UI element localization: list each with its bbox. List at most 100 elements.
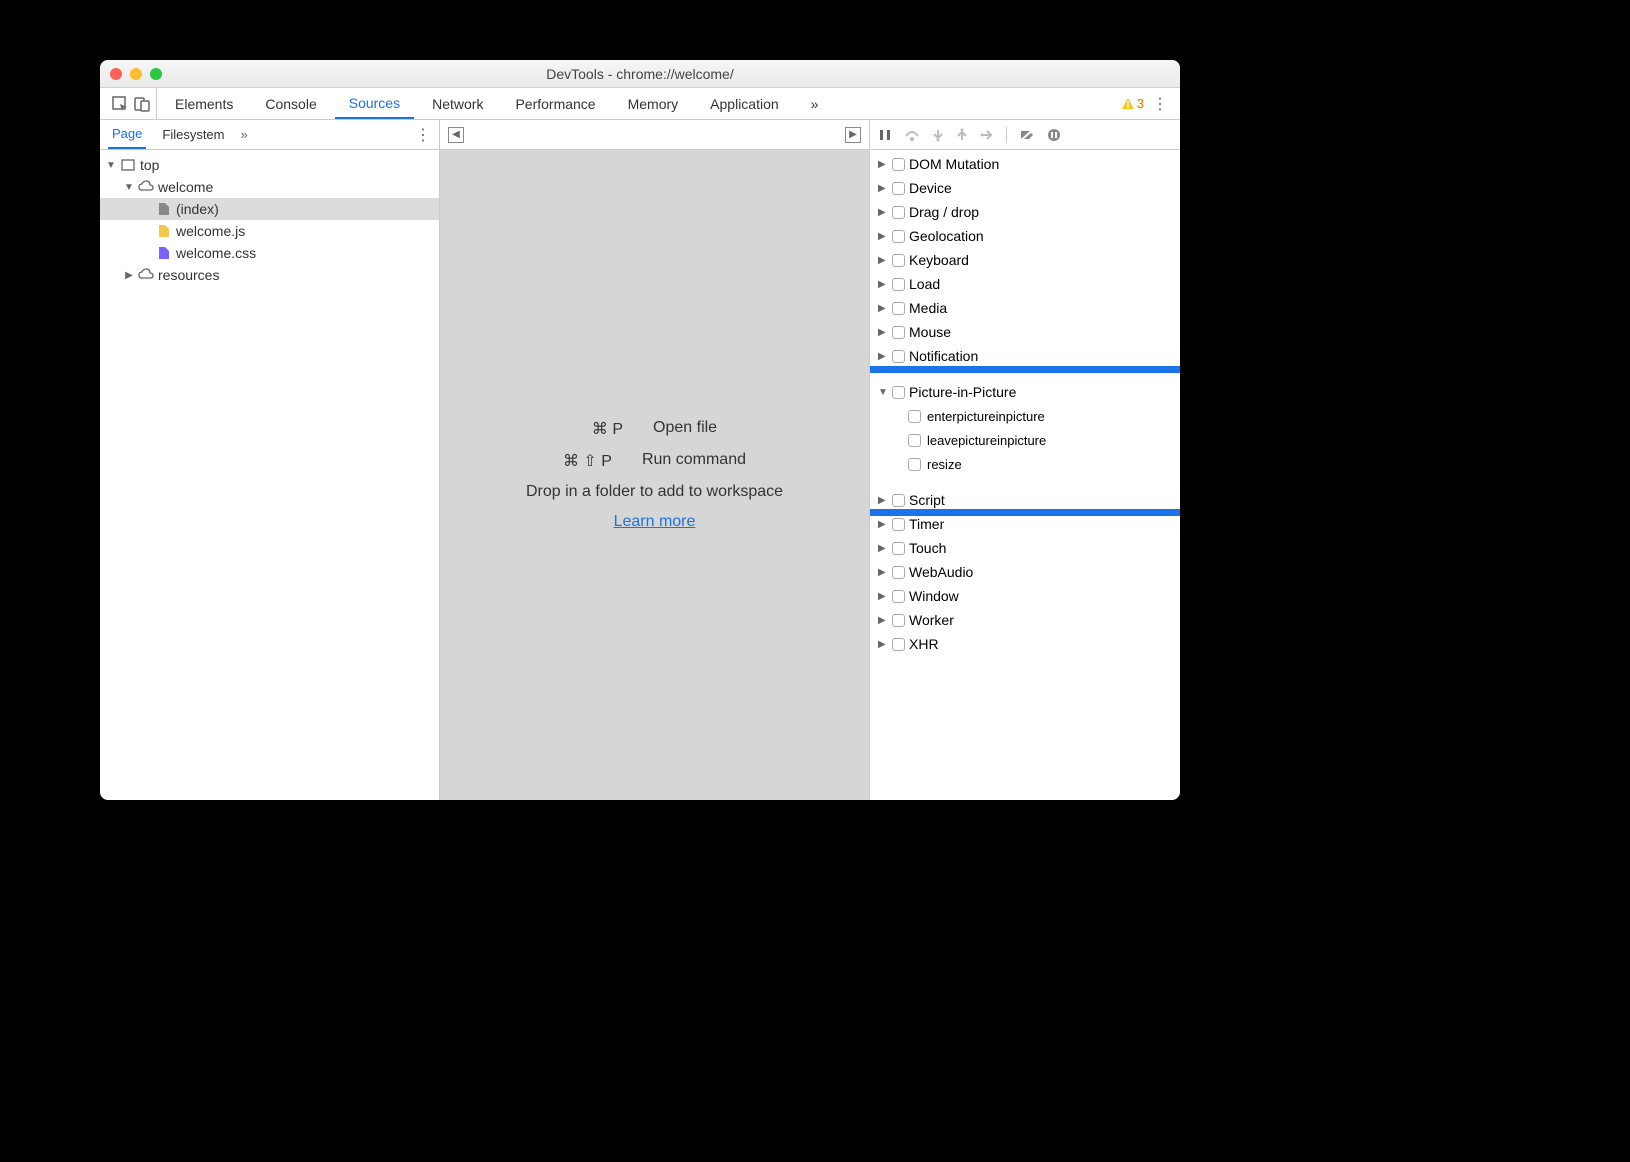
editor-empty: ⌘ POpen file ⌘ ⇧ PRun command Drop in a … (440, 150, 869, 800)
checkbox[interactable] (892, 638, 905, 651)
bp-dom-mutation[interactable]: ▶DOM Mutation (870, 152, 1180, 176)
checkbox[interactable] (892, 614, 905, 627)
checkbox[interactable] (892, 158, 905, 171)
tree-welcome[interactable]: ▼ welcome (100, 176, 439, 198)
zoom-window-icon[interactable] (150, 68, 162, 80)
pause-on-exceptions-icon[interactable] (1047, 128, 1061, 142)
device-toggle-icon[interactable] (134, 96, 150, 112)
tree-top[interactable]: ▼ top (100, 154, 439, 176)
warnings-badge[interactable]: 3 (1121, 96, 1144, 111)
close-window-icon[interactable] (110, 68, 122, 80)
checkbox[interactable] (908, 410, 921, 423)
checkbox[interactable] (908, 458, 921, 471)
sidebar-tab-filesystem[interactable]: Filesystem (158, 120, 228, 149)
bp-enterpictureinpicture[interactable]: enterpictureinpicture (870, 404, 1180, 428)
step-into-icon[interactable] (932, 128, 944, 142)
checkbox[interactable] (892, 386, 905, 399)
checkbox[interactable] (892, 206, 905, 219)
chevron-right-icon: ▶ (124, 270, 134, 281)
devtools-tabs: Elements Console Sources Network Perform… (100, 88, 1180, 120)
minimize-window-icon[interactable] (130, 68, 142, 80)
bp-load[interactable]: ▶Load (870, 272, 1180, 296)
inspect-tools (106, 88, 157, 119)
tab-network[interactable]: Network (418, 88, 497, 119)
main-body: Page Filesystem » ⋮ ▼ top ▼ welcome (100, 120, 1180, 800)
bp-picture-in-picture[interactable]: ▼Picture-in-Picture (870, 380, 1180, 404)
debugger-toolbar (870, 120, 1180, 150)
checkbox[interactable] (892, 494, 905, 507)
nav-forward-icon[interactable]: ▶ (845, 127, 861, 143)
open-file-label: Open file (653, 419, 717, 439)
pause-icon[interactable] (878, 128, 892, 142)
css-file-icon (156, 245, 172, 261)
editor-toolbar: ◀ ▶ (440, 120, 869, 150)
checkbox[interactable] (892, 566, 905, 579)
bp-keyboard[interactable]: ▶Keyboard (870, 248, 1180, 272)
chevron-down-icon: ▼ (106, 160, 116, 171)
js-file-icon (156, 223, 172, 239)
deactivate-breakpoints-icon[interactable] (1019, 128, 1035, 142)
bp-worker[interactable]: ▶Worker (870, 608, 1180, 632)
checkbox[interactable] (892, 542, 905, 555)
tab-console[interactable]: Console (251, 88, 330, 119)
bp-resize[interactable]: resize (870, 452, 1180, 476)
checkbox[interactable] (892, 590, 905, 603)
bp-timer[interactable]: ▶Timer (870, 512, 1180, 536)
checkbox[interactable] (892, 182, 905, 195)
bp-touch[interactable]: ▶Touch (870, 536, 1180, 560)
bp-media[interactable]: ▶Media (870, 296, 1180, 320)
learn-more-link[interactable]: Learn more (614, 513, 696, 531)
bp-window[interactable]: ▶Window (870, 584, 1180, 608)
nav-back-icon[interactable]: ◀ (448, 127, 464, 143)
tab-memory[interactable]: Memory (614, 88, 693, 119)
checkbox[interactable] (892, 302, 905, 315)
sidebar-menu-icon[interactable]: ⋮ (415, 125, 431, 145)
frame-icon (120, 157, 136, 173)
tab-sources[interactable]: Sources (335, 88, 414, 119)
tree-resources[interactable]: ▶ resources (100, 264, 439, 286)
bp-mouse[interactable]: ▶Mouse (870, 320, 1180, 344)
bp-xhr[interactable]: ▶XHR (870, 632, 1180, 656)
shortcut-open: ⌘ P (592, 419, 623, 439)
bp-script[interactable]: ▶Script (870, 488, 1180, 512)
checkbox[interactable] (892, 350, 905, 363)
tab-elements[interactable]: Elements (161, 88, 247, 119)
checkbox[interactable] (908, 434, 921, 447)
checkbox[interactable] (892, 230, 905, 243)
run-command-label: Run command (642, 451, 746, 471)
tree-index[interactable]: (index) (100, 198, 439, 220)
step-icon[interactable] (980, 128, 994, 142)
bp-device[interactable]: ▶Device (870, 176, 1180, 200)
inspect-element-icon[interactable] (112, 96, 128, 112)
checkbox[interactable] (892, 254, 905, 267)
traffic-lights (110, 68, 162, 80)
checkbox[interactable] (892, 278, 905, 291)
breakpoint-list: ▶DOM Mutation ▶Device ▶Drag / drop ▶Geol… (870, 150, 1180, 800)
document-icon (156, 201, 172, 217)
debugger-pane: ▶DOM Mutation ▶Device ▶Drag / drop ▶Geol… (870, 120, 1180, 800)
tree-welcome-js[interactable]: welcome.js (100, 220, 439, 242)
tab-application[interactable]: Application (696, 88, 793, 119)
cloud-icon (138, 179, 154, 195)
sidebar-tab-page[interactable]: Page (108, 120, 146, 149)
devtools-window: DevTools - chrome://welcome/ Elements Co… (100, 60, 1180, 800)
step-out-icon[interactable] (956, 128, 968, 142)
menu-icon[interactable]: ⋮ (1152, 94, 1168, 114)
checkbox[interactable] (892, 326, 905, 339)
bp-leavepictureinpicture[interactable]: leavepictureinpicture (870, 428, 1180, 452)
checkbox[interactable] (892, 518, 905, 531)
bp-geolocation[interactable]: ▶Geolocation (870, 224, 1180, 248)
bp-webaudio[interactable]: ▶WebAudio (870, 560, 1180, 584)
sidebar-tabs: Page Filesystem » ⋮ (100, 120, 439, 150)
tree-welcome-css[interactable]: welcome.css (100, 242, 439, 264)
sources-sidebar: Page Filesystem » ⋮ ▼ top ▼ welcome (100, 120, 440, 800)
step-over-icon[interactable] (904, 128, 920, 142)
bp-notification[interactable]: ▶Notification (870, 344, 1180, 368)
window-title: DevTools - chrome://welcome/ (100, 66, 1180, 82)
tab-performance[interactable]: Performance (501, 88, 609, 119)
editor-pane: ◀ ▶ ⌘ POpen file ⌘ ⇧ PRun command Drop i… (440, 120, 870, 800)
sidebar-tab-overflow[interactable]: » (241, 127, 248, 142)
tab-overflow[interactable]: » (797, 88, 833, 119)
titlebar: DevTools - chrome://welcome/ (100, 60, 1180, 88)
bp-drag-drop[interactable]: ▶Drag / drop (870, 200, 1180, 224)
